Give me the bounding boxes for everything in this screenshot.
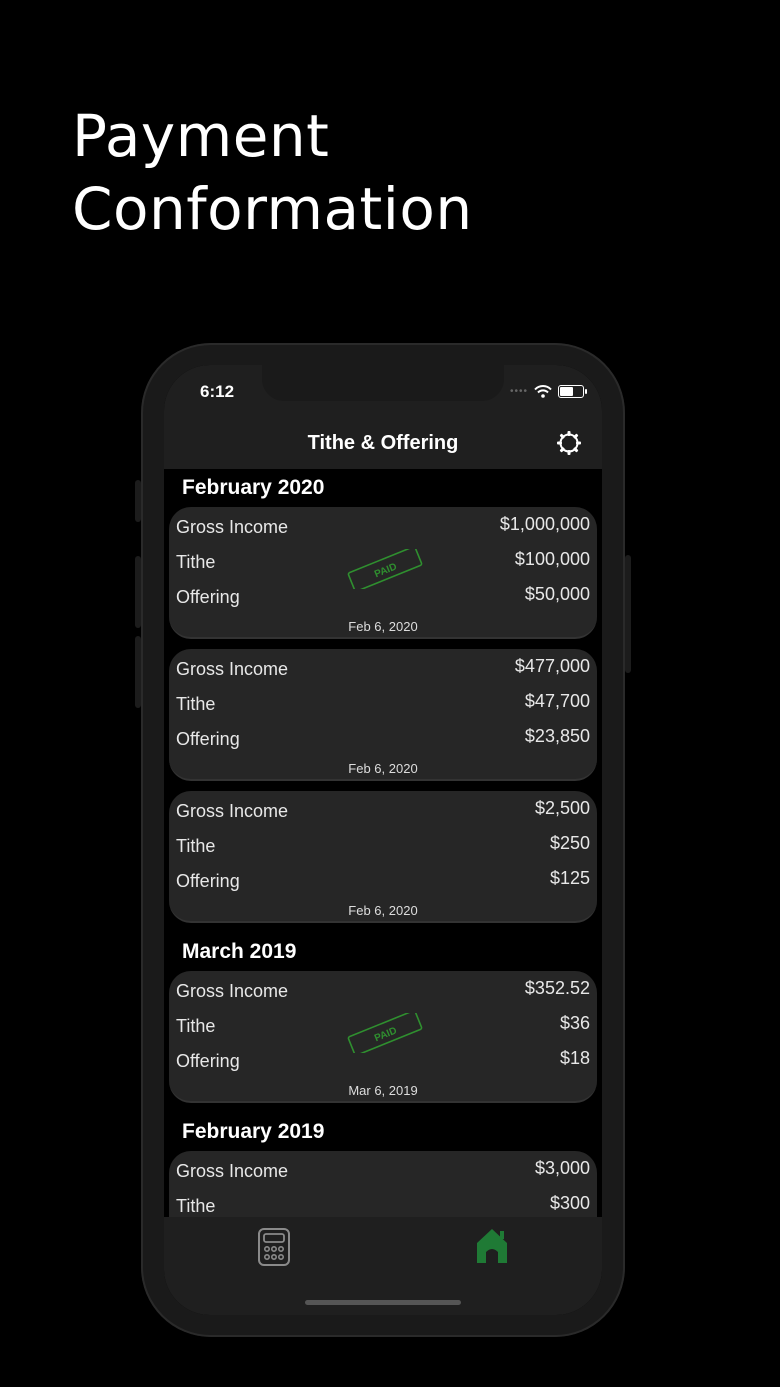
tithe-value: $100,000 [514, 549, 590, 569]
notch [262, 365, 504, 401]
offering-value: $23,850 [524, 726, 590, 746]
gross-income-label: Gross Income [176, 517, 289, 537]
gross-income-row: Gross Income $1,000,000 [176, 514, 590, 541]
gross-income-value: $2,500 [534, 798, 590, 818]
tithe-label: Tithe [176, 1016, 216, 1036]
battery-icon [558, 385, 587, 398]
section-header: February 2019 [182, 1120, 325, 1143]
offering-label: Offering [176, 729, 240, 749]
gross-income-row: Gross Income $3,000 [176, 1158, 590, 1185]
gross-income-value: $352.52 [524, 978, 590, 998]
phone-screen: 6:12 •••• Tithe & Offering February 2020… [164, 365, 602, 1315]
power-button [625, 555, 631, 673]
offering-value: $18 [559, 1048, 590, 1068]
transaction-date: Mar 6, 2019 [348, 1083, 418, 1098]
offering-row: Offering $125 [176, 868, 590, 895]
calculator-icon[interactable] [257, 1227, 291, 1267]
gross-income-row: Gross Income $477,000 [176, 656, 590, 683]
paid-stamp-text: PAID [373, 561, 399, 580]
wifi-icon [534, 385, 552, 398]
tithe-label: Tithe [176, 552, 216, 572]
gross-income-label: Gross Income [176, 1161, 289, 1181]
tithe-value: $300 [549, 1193, 590, 1213]
transaction-card[interactable]: Gross Income $2,500 Tithe $250 Offering $12… [169, 791, 597, 923]
offering-label: Offering [176, 871, 240, 891]
tithe-value: $250 [549, 833, 590, 853]
transaction-card[interactable]: Gross Income $3,000 Tithe $300 [169, 1151, 597, 1217]
tithe-label: Tithe [176, 694, 216, 714]
section-header: March 2019 [182, 940, 297, 963]
tithe-value: $36 [559, 1013, 590, 1033]
offering-label: Offering [176, 587, 240, 607]
tab-bar [164, 1217, 602, 1315]
offering-label: Offering [176, 1051, 240, 1071]
headline-line-1: Payment [72, 102, 330, 170]
gross-income-value: $477,000 [514, 656, 590, 676]
offering-value: $50,000 [524, 584, 590, 604]
nav-bar: Tithe & Offering [164, 417, 602, 469]
tithe-label: Tithe [176, 1196, 216, 1216]
gross-income-row: Gross Income $352.52 [176, 978, 590, 1005]
transaction-date: Feb 6, 2020 [348, 761, 418, 776]
tithe-row: Tithe $250 [176, 833, 590, 860]
transaction-card[interactable]: Gross Income $352.52 Tithe $36 Offering $18… [169, 971, 597, 1103]
nav-title: Tithe & Offering [307, 432, 459, 454]
gross-income-value: $1,000,000 [499, 514, 590, 534]
tithe-label: Tithe [176, 836, 216, 856]
home-indicator [305, 1300, 461, 1305]
home-icon[interactable] [474, 1225, 510, 1267]
gross-income-row: Gross Income $2,500 [176, 798, 590, 825]
paid-stamp-icon: PAID [347, 549, 423, 589]
gross-income-label: Gross Income [176, 659, 289, 679]
headline: Payment Conformation [72, 100, 672, 246]
transaction-card[interactable]: Gross Income $477,000 Tithe $47,700 Offeri… [169, 649, 597, 781]
headline-line-2: Conformation [72, 175, 473, 243]
offering-value: $125 [549, 868, 590, 888]
transaction-list[interactable]: February 2020 Gross Income $1,000,000 Tit… [164, 469, 602, 1217]
offering-row: Offering $18 [176, 1048, 590, 1075]
offering-row: Offering $50,000 [176, 584, 590, 611]
gear-icon[interactable] [556, 430, 582, 456]
status-time: 6:12 [200, 382, 235, 401]
tithe-row: Tithe $47,700 [176, 691, 590, 718]
transaction-date: Feb 6, 2020 [348, 903, 418, 918]
transaction-card[interactable]: Gross Income $1,000,000 Tithe $100,000 Off… [169, 507, 597, 639]
paid-stamp-text: PAID [373, 1025, 399, 1044]
transaction-date: Feb 6, 2020 [348, 619, 418, 634]
tithe-value: $47,700 [524, 691, 590, 711]
paid-stamp-icon: PAID [347, 1013, 423, 1053]
offering-row: Offering $23,850 [176, 726, 590, 753]
gross-income-label: Gross Income [176, 801, 289, 821]
signal-icon: •••• [509, 386, 528, 397]
gross-income-value: $3,000 [534, 1158, 590, 1178]
section-header: February 2020 [182, 476, 325, 499]
status-icons: •••• [509, 385, 587, 398]
tithe-row: Tithe $300 [176, 1193, 590, 1217]
gross-income-label: Gross Income [176, 981, 289, 1001]
